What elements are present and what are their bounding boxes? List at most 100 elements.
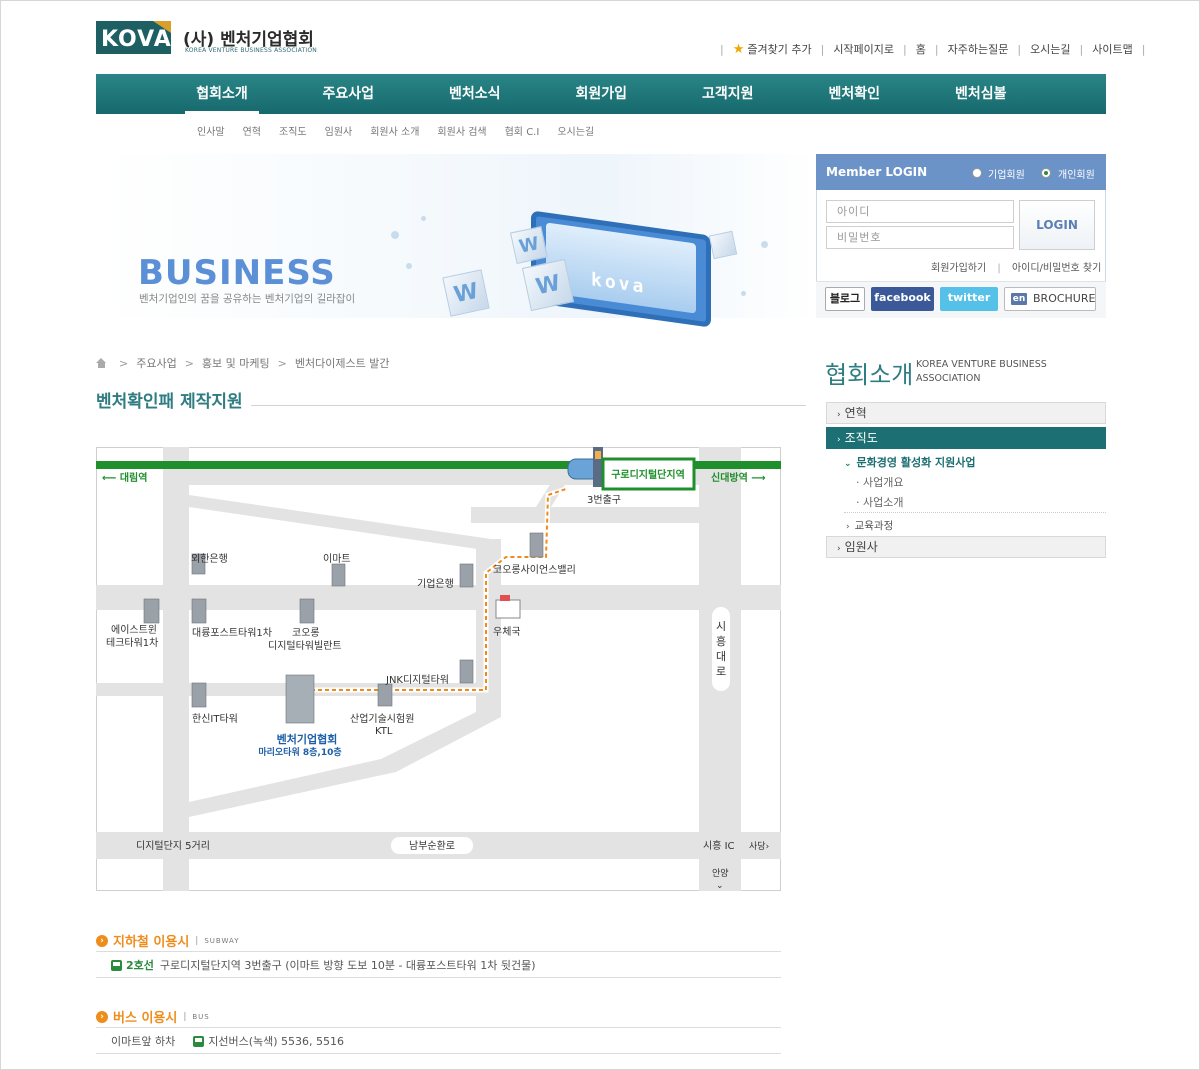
west-station-label: ⟵ 대림역 [102, 471, 147, 484]
separator: | [997, 263, 1001, 274]
subway-icon [111, 959, 122, 971]
subnav-members[interactable]: 회원사 소개 [370, 123, 419, 138]
join-link[interactable]: 회원가입하기 [931, 263, 986, 274]
separator: | [934, 42, 939, 56]
label-kolon: 코오롱 [292, 627, 320, 639]
side-item-history[interactable]: › 연혁 [826, 402, 1106, 424]
logo-text: KOVA [101, 27, 172, 52]
password-input[interactable]: 비밀번호 [826, 226, 1014, 249]
subnav-greeting[interactable]: 인사말 [197, 123, 225, 138]
separator: | [183, 1011, 187, 1022]
top-link-bookmark[interactable]: 즐겨찾기 추가 [747, 41, 811, 57]
banner-dot [406, 263, 412, 269]
separator: | [1017, 42, 1022, 56]
siheung-road-char-1: 흥 [716, 634, 726, 648]
twitter-button[interactable]: twitter [940, 287, 998, 311]
subnav-directions[interactable]: 오시는길 [557, 123, 594, 138]
chevron-right-icon: › [837, 410, 841, 420]
side-item-organization[interactable]: › 조직도 [826, 427, 1106, 449]
side-sub-label: 교육과정 [854, 520, 894, 532]
bus-icon [193, 1035, 205, 1047]
breadcrumb-item[interactable]: 홍보 및 마케팅 [202, 355, 270, 371]
top-link-sitemap[interactable]: 사이트맵 [1092, 41, 1132, 57]
siheung-road-char-3: 로 [716, 665, 726, 678]
id-input[interactable]: 아이디 [826, 200, 1014, 223]
radio-personal-label[interactable]: 개인회원 [1058, 166, 1095, 181]
top-link-faq[interactable]: 자주하는질문 [948, 41, 1009, 57]
gnb-venture-symbol[interactable]: 벤처심볼 [918, 74, 1045, 114]
subway-eng: SUBWAY [204, 936, 240, 945]
separator: > [119, 356, 129, 370]
subway-info-row: 2호선 구로디지털단지역 3번출구 (이마트 방향 도보 10분 - 대륭포스트… [111, 957, 536, 973]
subnav-member-search[interactable]: 회원사 검색 [437, 123, 486, 138]
gnb-about[interactable]: 협회소개 [159, 74, 285, 114]
exit-label: 3번출구 [587, 494, 621, 506]
chevron-right-icon: › [837, 544, 841, 554]
main-nav: 협회소개 주요사업 벤처소식 회원가입 고객지원 벤처확인 벤처심볼 [96, 74, 1106, 114]
breadcrumb-item[interactable]: 벤처다이제스트 발간 [295, 355, 390, 371]
find-account-link[interactable]: 아이디/비밀번호 찾기 [1012, 263, 1101, 274]
divider [96, 951, 781, 952]
subnav-executives[interactable]: 임원사 [325, 123, 353, 138]
subway-desc: 구로디지털단지역 3번출구 (이마트 방향 도보 10분 - 대륭포스트타워 1… [159, 959, 536, 972]
top-link-home[interactable]: 홈 [916, 41, 926, 57]
side-sub-culture[interactable]: ⌄ 문화경영 활성화 지원사업 [844, 454, 976, 470]
radio-personal[interactable] [1041, 168, 1051, 178]
banner-subtitle: 벤처기업인의 꿈을 공유하는 벤처기업의 길라잡이 [139, 293, 356, 305]
arrow-circle-icon: › [96, 1010, 108, 1023]
subnav-history[interactable]: 연혁 [243, 123, 261, 138]
side-eng: KOREA VENTURE BUSINESS ASSOCIATION [916, 359, 1047, 384]
label-jnk: JNK디지털타워 [385, 673, 449, 686]
login-button[interactable]: LOGIN [1019, 200, 1095, 250]
facebook-button[interactable]: facebook [871, 287, 934, 311]
top-links: | ★ 즐겨찾기 추가 | 시작페이지로 | 홈 | 자주하는질문 | 오시는길… [711, 41, 1154, 57]
location-map: 구로디지털단지역 3번출구 ⟵ 대림역 신대방역 ⟶ 외한은행 이마트 기업은행… [96, 447, 781, 891]
side-sub-education[interactable]: › 교육과정 [846, 518, 893, 533]
breadcrumb-item[interactable]: 주요사업 [136, 355, 176, 371]
gnb-join[interactable]: 회원가입 [538, 74, 665, 114]
separator: | [1141, 42, 1146, 56]
side-item-label: 연혁 [844, 406, 867, 420]
gnb-support[interactable]: 고객지원 [665, 74, 792, 114]
subnav-ci[interactable]: 협회 C.I [505, 123, 540, 138]
chevron-right-icon: › [837, 435, 841, 445]
side-item-label: 임원사 [844, 540, 878, 554]
side-item-label: 조직도 [844, 431, 878, 445]
gnb-news[interactable]: 벤처소식 [412, 74, 539, 114]
label-east-tower: 에이스트윈 [111, 624, 157, 636]
www-cube-icon: W [521, 258, 575, 312]
divider [844, 512, 1106, 513]
side-item-executives[interactable]: › 임원사 [826, 536, 1106, 558]
side-sub2-label: 사업소개 [863, 496, 904, 509]
label-anyang: 안양 [712, 868, 729, 879]
radio-corporate[interactable] [972, 168, 982, 178]
radio-corporate-label[interactable]: 기업회원 [988, 166, 1025, 181]
top-link-directions[interactable]: 오시는길 [1030, 41, 1070, 57]
label-daeryung: 대륭포스트타워1차 [192, 626, 272, 639]
divider [96, 1027, 781, 1028]
banner-dot [741, 291, 746, 296]
top-link-startpage[interactable]: 시작페이지로 [833, 41, 894, 57]
title-divider [251, 405, 806, 406]
bus-desc: 지선버스(녹색) 5536, 5516 [208, 1035, 344, 1048]
separator: | [820, 42, 825, 56]
chevron-down-icon: ⌄ [844, 459, 852, 469]
separator: | [720, 42, 724, 56]
subnav-organization[interactable]: 조직도 [279, 123, 307, 138]
label-hanshin: 한신IT타워 [192, 712, 238, 725]
label-sadang: 사당› [749, 841, 769, 852]
label-ktl-2: KTL [375, 726, 393, 737]
blog-button[interactable]: 블로그 [825, 287, 865, 311]
label-kova: 벤처기업협회 [277, 732, 338, 746]
station-label: 구로디지털단지역 [611, 468, 685, 481]
side-sub-overview[interactable]: · 사업개요 [856, 474, 903, 490]
side-sub-intro[interactable]: · 사업소개 [856, 494, 903, 510]
breadcrumb: > 주요사업 > 홍보 및 마케팅 > 벤처다이제스트 발간 [96, 355, 389, 371]
home-icon[interactable] [96, 358, 107, 368]
label-nambu: 남부순환로 [409, 840, 455, 852]
separator: | [1079, 42, 1084, 56]
www-cube-icon: W [510, 226, 548, 264]
gnb-business[interactable]: 주요사업 [285, 74, 412, 114]
bus-section-title: › 버스 이용시 | BUS [96, 1007, 210, 1026]
gnb-venture-confirm[interactable]: 벤처확인 [791, 74, 918, 114]
